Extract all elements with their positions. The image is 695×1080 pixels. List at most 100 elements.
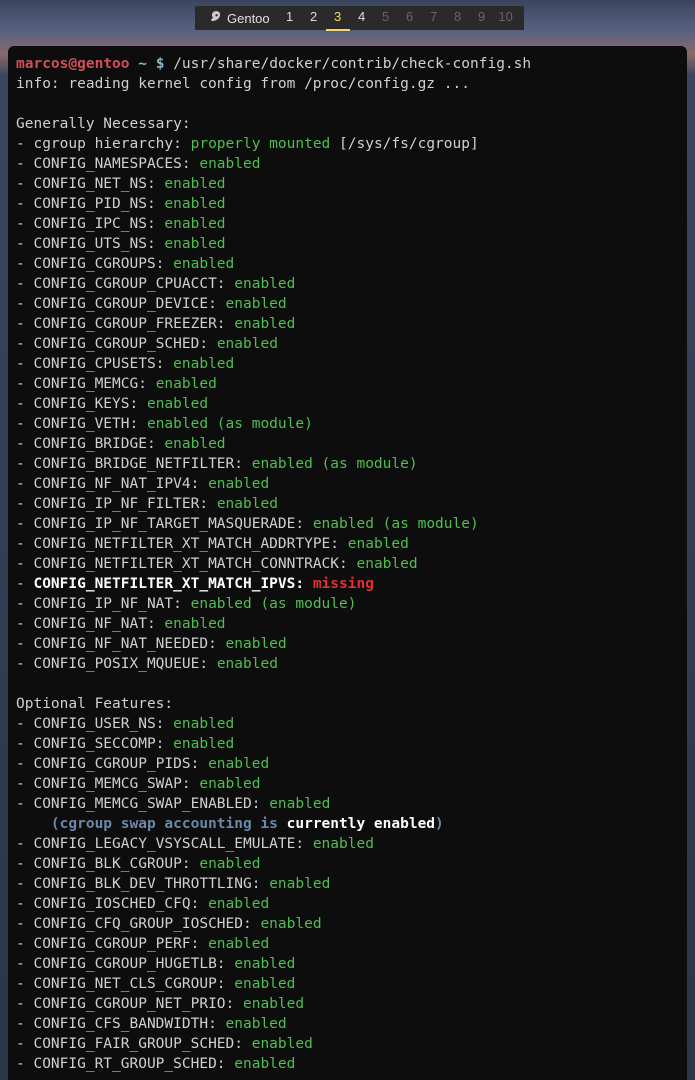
config-status: enabled (217, 656, 278, 672)
config-key: CONFIG_MEMCG_SWAP_ENABLED: (33, 796, 260, 812)
config-key: CONFIG_IPC_NS: (33, 216, 155, 232)
config-status: enabled (208, 476, 269, 492)
config-status: enabled (356, 556, 417, 572)
config-status: enabled (269, 796, 330, 812)
tab-title: Gentoo (201, 10, 278, 27)
config-key: CONFIG_NAMESPACES: (33, 156, 190, 172)
config-status: enabled (173, 716, 234, 732)
command-text: /usr/share/docker/contrib/check-config.s… (173, 56, 531, 72)
config-key: CONFIG_USER_NS: (33, 716, 164, 732)
config-key: CONFIG_BLK_DEV_THROTTLING: (33, 876, 260, 892)
config-key: CONFIG_RT_GROUP_SCHED: (33, 1056, 225, 1072)
config-status: enabled (226, 296, 287, 312)
config-status: enabled (173, 356, 234, 372)
config-status: enabled (as module) (252, 456, 418, 472)
workspace-tabbar: Gentoo 12345678910 (195, 6, 524, 30)
config-status: enabled (164, 196, 225, 212)
workspace-tab-7[interactable]: 7 (422, 5, 446, 31)
section-header: Optional Features: (16, 696, 173, 712)
workspace-tab-6[interactable]: 6 (398, 5, 422, 31)
config-status: enabled (199, 856, 260, 872)
config-key: CONFIG_MEMCG_SWAP: (33, 776, 190, 792)
config-status: enabled (234, 316, 295, 332)
workspace-tab-3[interactable]: 3 (326, 5, 350, 31)
config-status: enabled (234, 276, 295, 292)
prompt-path: ~ (138, 56, 147, 72)
config-status: enabled (208, 896, 269, 912)
config-key: CONFIG_NETFILTER_XT_MATCH_CONNTRACK: (33, 556, 347, 572)
workspace-tab-8[interactable]: 8 (446, 5, 470, 31)
config-key: CONFIG_CGROUP_CPUACCT: (33, 276, 225, 292)
config-key: CONFIG_VETH: (33, 416, 138, 432)
config-key: CONFIG_PID_NS: (33, 196, 155, 212)
config-status: enabled (199, 776, 260, 792)
config-key: CONFIG_CGROUP_NET_PRIO: (33, 996, 234, 1012)
config-status: enabled (260, 916, 321, 932)
workspace-tab-10[interactable]: 10 (494, 5, 518, 31)
config-status: enabled (164, 216, 225, 232)
config-status: enabled (234, 976, 295, 992)
config-status: enabled (217, 336, 278, 352)
config-key: CONFIG_CGROUPS: (33, 256, 164, 272)
config-key: CONFIG_NF_NAT: (33, 616, 155, 632)
config-extra: [/sys/fs/cgroup] (330, 136, 478, 152)
workspace-tab-9[interactable]: 9 (470, 5, 494, 31)
config-status: enabled (226, 1016, 287, 1032)
config-note: (cgroup swap accounting is (16, 816, 287, 832)
config-status: enabled (269, 876, 330, 892)
config-key: cgroup hierarchy: (33, 136, 181, 152)
config-status: enabled (164, 616, 225, 632)
config-status: enabled (164, 436, 225, 452)
config-key: CONFIG_CPUSETS: (33, 356, 164, 372)
config-key: CONFIG_IP_NF_FILTER: (33, 496, 208, 512)
config-status: properly mounted (191, 136, 331, 152)
workspace-tab-2[interactable]: 2 (302, 5, 326, 31)
config-key: CONFIG_CGROUP_HUGETLB: (33, 956, 225, 972)
config-key: CONFIG_IP_NF_NAT: (33, 596, 181, 612)
config-status: enabled (as module) (313, 516, 479, 532)
config-status: enabled (as module) (147, 416, 313, 432)
prompt-host: gentoo (77, 56, 129, 72)
config-key: CONFIG_CFS_BANDWIDTH: (33, 1016, 216, 1032)
config-status: missing (313, 576, 374, 592)
config-key: CONFIG_NF_NAT_NEEDED: (33, 636, 216, 652)
config-key: CONFIG_BRIDGE_NETFILTER: (33, 456, 243, 472)
config-status: enabled (164, 176, 225, 192)
config-status: enabled (164, 236, 225, 252)
config-key: CONFIG_CFQ_GROUP_IOSCHED: (33, 916, 251, 932)
config-status: enabled (208, 756, 269, 772)
config-key: CONFIG_KEYS: (33, 396, 138, 412)
config-status: enabled (234, 1056, 295, 1072)
prompt-user: marcos (16, 56, 68, 72)
config-status: enabled (173, 256, 234, 272)
config-key: CONFIG_SECCOMP: (33, 736, 164, 752)
config-key: CONFIG_NF_NAT_IPV4: (33, 476, 199, 492)
prompt-at: @ (68, 56, 77, 72)
config-status: enabled (173, 736, 234, 752)
config-key: CONFIG_LEGACY_VSYSCALL_EMULATE: (33, 836, 304, 852)
config-key: CONFIG_POSIX_MQUEUE: (33, 656, 208, 672)
config-key: CONFIG_FAIR_GROUP_SCHED: (33, 1036, 243, 1052)
config-key: CONFIG_BLK_CGROUP: (33, 856, 190, 872)
prompt-symbol: $ (156, 56, 165, 72)
config-status: enabled (156, 376, 217, 392)
workspace-tab-4[interactable]: 4 (350, 5, 374, 31)
config-status: enabled (208, 936, 269, 952)
workspace-tab-5[interactable]: 5 (374, 5, 398, 31)
config-status: enabled (199, 156, 260, 172)
terminal-window[interactable]: marcos@gentoo ~ $ /usr/share/docker/cont… (8, 46, 687, 1080)
config-key: CONFIG_CGROUP_SCHED: (33, 336, 208, 352)
config-status: enabled (234, 956, 295, 972)
workspace-tab-1[interactable]: 1 (278, 5, 302, 31)
config-key: CONFIG_CGROUP_FREEZER: (33, 316, 225, 332)
config-key: CONFIG_MEMCG: (33, 376, 147, 392)
config-status: enabled (147, 396, 208, 412)
config-status: enabled (313, 836, 374, 852)
config-key: CONFIG_BRIDGE: (33, 436, 155, 452)
config-status: enabled (252, 1036, 313, 1052)
config-key: CONFIG_NETFILTER_XT_MATCH_IPVS: (33, 576, 304, 592)
config-status: enabled (348, 536, 409, 552)
output-body: Generally Necessary: - cgroup hierarchy:… (16, 114, 679, 1074)
config-status: enabled (226, 636, 287, 652)
config-key: CONFIG_IOSCHED_CFQ: (33, 896, 199, 912)
